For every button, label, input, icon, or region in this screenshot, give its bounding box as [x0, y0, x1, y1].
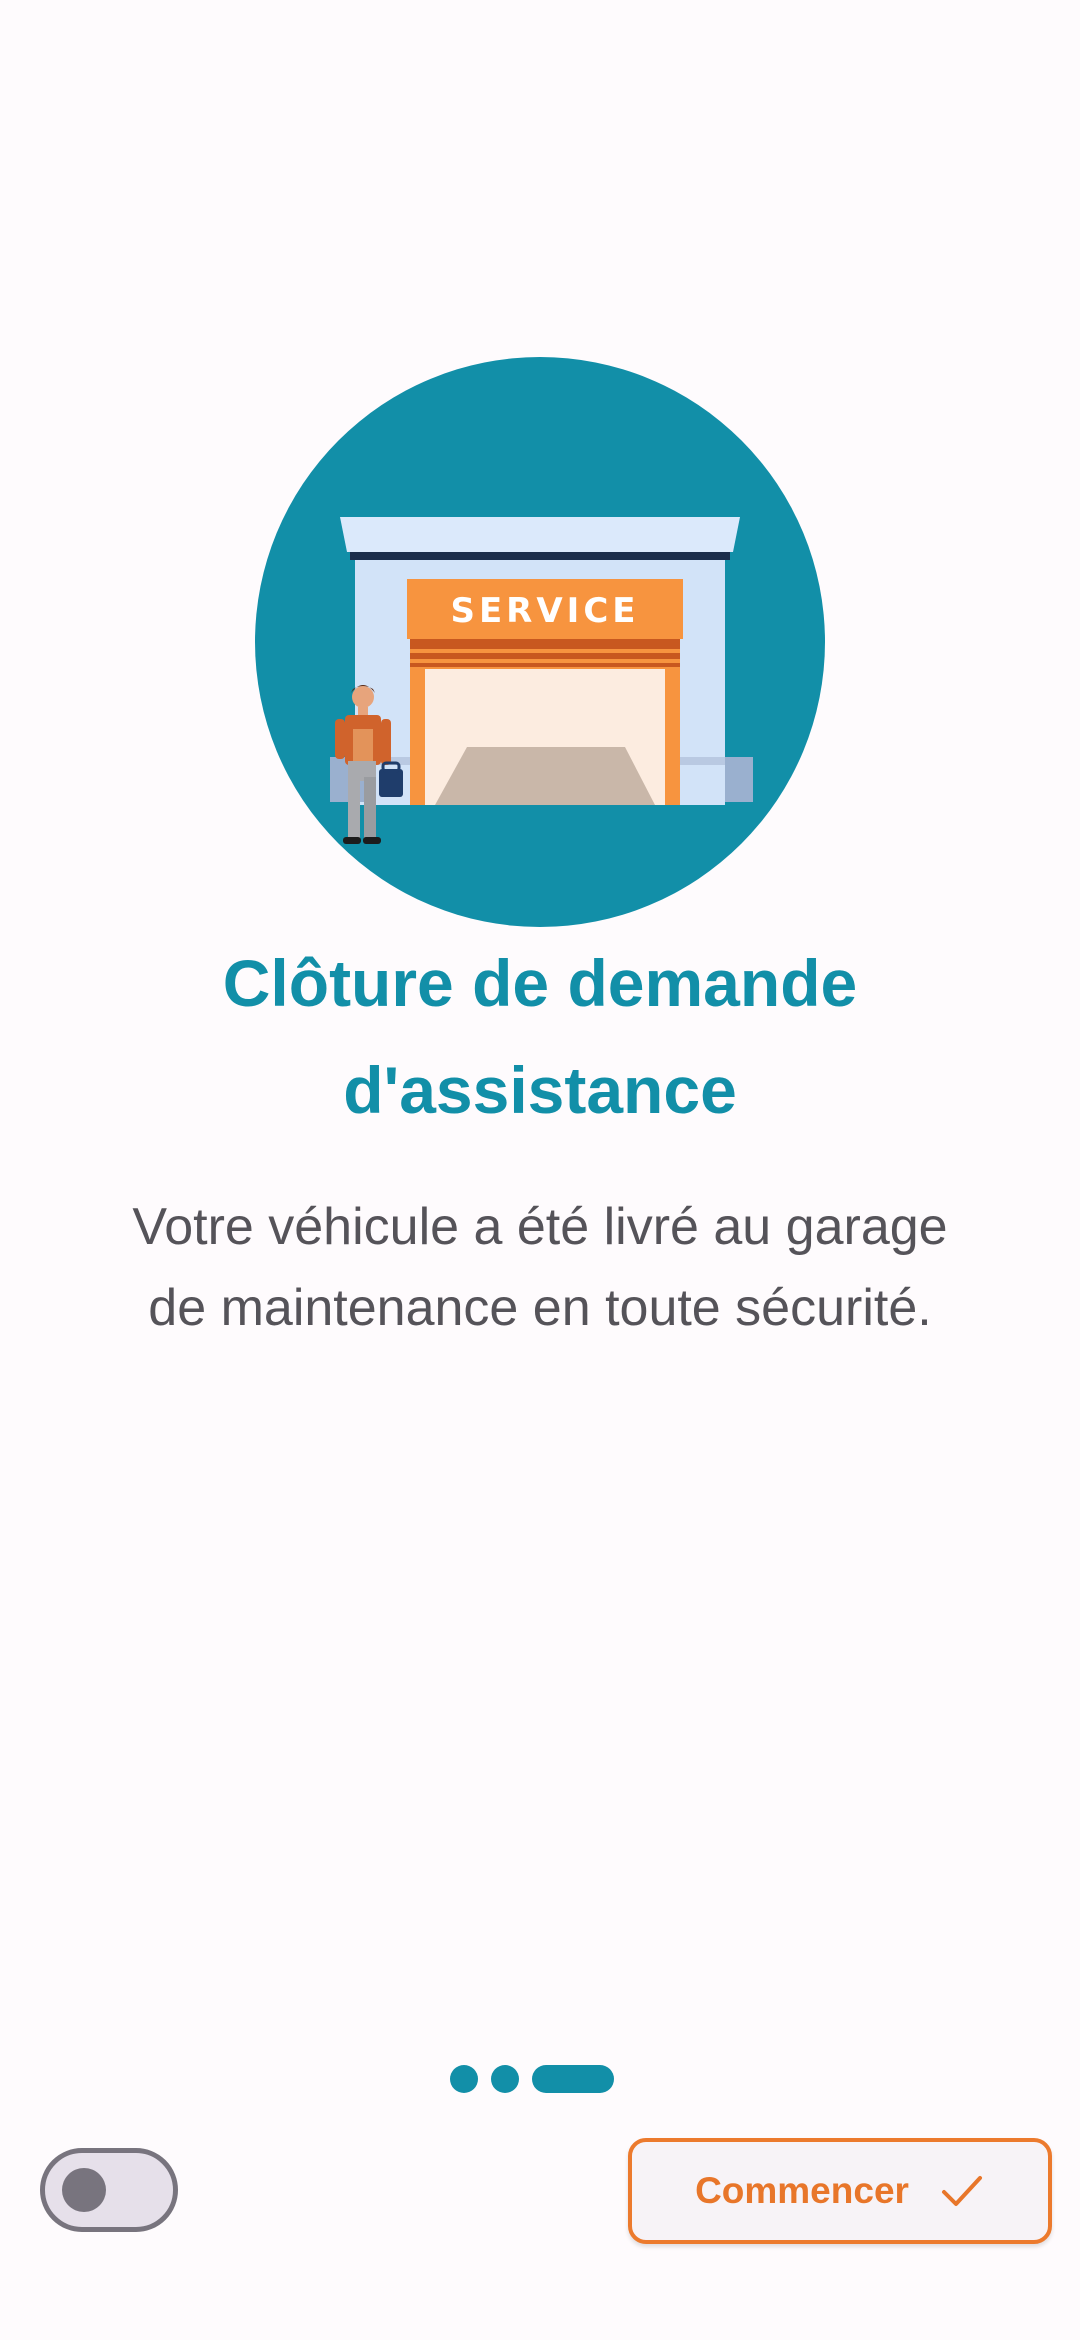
page-indicator: [450, 2065, 614, 2093]
page-dot-3-active[interactable]: [532, 2065, 614, 2093]
title-line-2: d'assistance: [343, 1053, 737, 1127]
garage-service-illustration: SERVICE: [255, 357, 825, 927]
toggle-knob: [62, 2168, 106, 2212]
page-description: Votre véhicule a été livré au garage de …: [60, 1187, 1020, 1349]
description-line-2: de maintenance en toute sécurité.: [148, 1279, 932, 1337]
start-button-label: Commencer: [695, 2170, 909, 2211]
page-dot-1[interactable]: [450, 2065, 478, 2093]
page-dot-2[interactable]: [491, 2065, 519, 2093]
title-line-1: Clôture de demande: [222, 946, 858, 1020]
description-line-1: Votre véhicule a été livré au garage: [132, 1198, 948, 1256]
start-button[interactable]: Commencer: [628, 2138, 1052, 2244]
check-icon: [941, 2176, 982, 2206]
svg-text:SERVICE: SERVICE: [450, 591, 639, 631]
page-title: Clôture de demande d'assistance: [60, 930, 1020, 1144]
toggle-switch[interactable]: [40, 2148, 178, 2232]
